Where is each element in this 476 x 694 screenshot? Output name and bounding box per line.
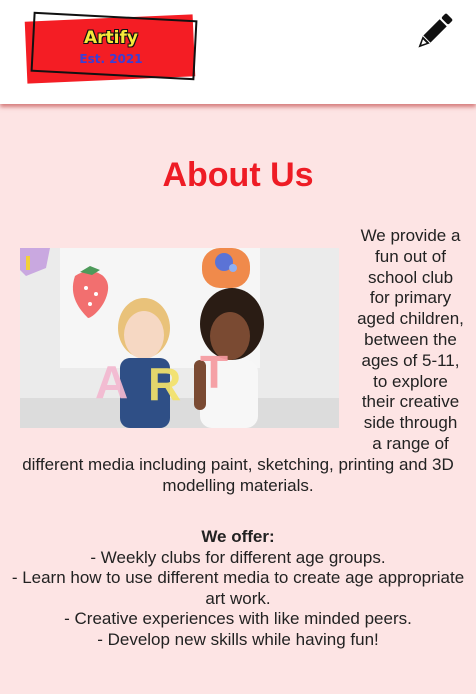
page-title: About Us bbox=[162, 156, 314, 194]
about-paragraph: We provide a fun out of school club for … bbox=[12, 226, 464, 496]
offer-item: - Weekly clubs for different age groups. bbox=[90, 547, 386, 567]
offer-item: - Develop new skills while having fun! bbox=[97, 629, 379, 649]
edit-button[interactable] bbox=[414, 12, 454, 52]
offer-item: - Creative experiences with like minded … bbox=[64, 609, 412, 629]
offer-section: We offer: - Weekly clubs for different a… bbox=[8, 527, 468, 651]
logo-name: Artify bbox=[84, 28, 138, 48]
logo-established: Est. 2021 bbox=[79, 52, 143, 66]
artify-logo[interactable]: Artify Est. 2021 bbox=[20, 10, 202, 84]
image-float-spacer bbox=[12, 226, 357, 434]
pencil-icon bbox=[418, 13, 453, 48]
about-section: About Us A R T We provide a fun out of s… bbox=[0, 104, 476, 694]
site-header: Artify Est. 2021 bbox=[0, 0, 476, 104]
offer-item: - Learn how to use different media to cr… bbox=[11, 568, 465, 608]
offer-heading: We offer: bbox=[201, 527, 275, 546]
